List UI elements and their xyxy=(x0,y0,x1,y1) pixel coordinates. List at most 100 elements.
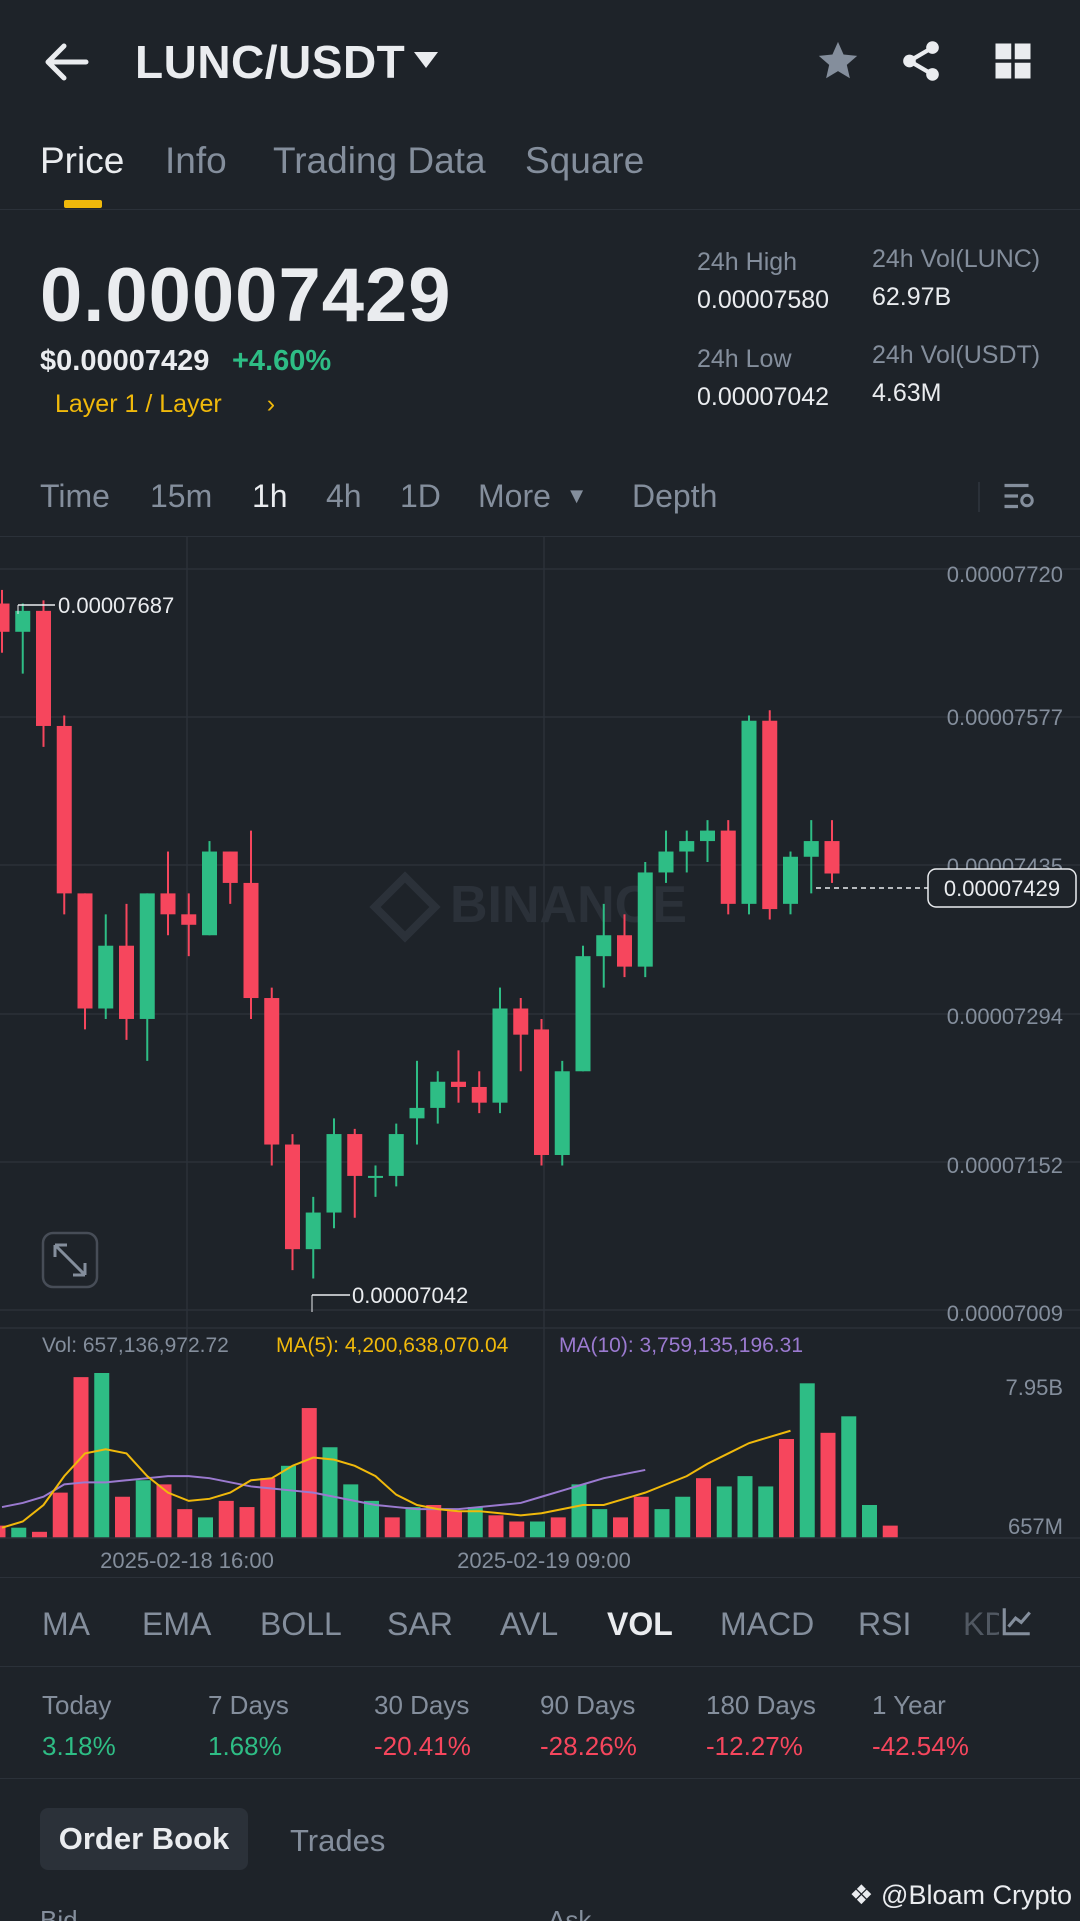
category-link[interactable]: Layer 1 / Layer › xyxy=(55,390,275,419)
candle-body xyxy=(430,1081,446,1108)
category-label: Layer 1 / Layer xyxy=(55,390,222,418)
vol-base-value: 62.97B xyxy=(872,283,952,311)
ind-ema[interactable]: EMA xyxy=(142,1606,211,1643)
tab-trades[interactable]: Trades xyxy=(290,1823,385,1859)
candlestick-chart[interactable]: BINANCE0.000077200.000075770.000074350.0… xyxy=(0,537,1080,1577)
caret-down-icon[interactable] xyxy=(412,50,440,70)
volume-bar xyxy=(447,1511,462,1538)
volume-bar xyxy=(509,1521,525,1538)
divider xyxy=(0,1577,1080,1578)
candle-body xyxy=(700,830,715,842)
active-tab-indicator xyxy=(64,200,102,208)
volume-bar xyxy=(218,1500,234,1538)
candle-body xyxy=(617,935,632,967)
grid-icon[interactable] xyxy=(992,40,1034,82)
perf-value-90d: -28.26% xyxy=(540,1731,637,1761)
volume-bar xyxy=(94,1373,110,1538)
candle-body xyxy=(98,945,114,1009)
perf-value-1y: -42.54% xyxy=(872,1731,969,1761)
indicator-chart-icon[interactable] xyxy=(1000,1604,1034,1638)
divider xyxy=(978,482,980,512)
perf-label-1y: 1 Year xyxy=(872,1690,946,1720)
ind-sar[interactable]: SAR xyxy=(387,1606,453,1643)
tf-1d[interactable]: 1D xyxy=(400,478,441,515)
tf-1h[interactable]: 1h xyxy=(252,478,288,515)
candle-body xyxy=(243,882,259,999)
tf-15m[interactable]: 15m xyxy=(150,478,212,515)
volume-bar xyxy=(613,1517,628,1538)
chart-settings-icon[interactable] xyxy=(1000,478,1036,514)
price-change: +4.60% xyxy=(232,345,332,377)
candle-body xyxy=(679,841,695,852)
tab-square[interactable]: Square xyxy=(525,140,644,182)
usd-price: $0.00007429 xyxy=(40,345,210,377)
volume-bar xyxy=(301,1408,317,1538)
binance-logo-icon: ❖ xyxy=(849,1880,874,1910)
tf-depth[interactable]: Depth xyxy=(632,478,717,515)
candle-body xyxy=(783,856,798,904)
perf-value-today: 3.18% xyxy=(42,1731,116,1761)
y-axis-label: 0.00007294 xyxy=(947,1004,1063,1029)
tf-4h[interactable]: 4h xyxy=(326,478,362,515)
candle-body xyxy=(305,1212,321,1250)
candle-body xyxy=(409,1107,425,1119)
volume-bar xyxy=(820,1432,836,1538)
perf-value-180d: -12.27% xyxy=(706,1731,803,1761)
candle-body xyxy=(534,1029,549,1155)
candle-body xyxy=(575,956,591,1072)
candle-body xyxy=(139,893,155,1019)
vol-label: Vol: 657,136,972.72 xyxy=(42,1334,229,1357)
volume-bar xyxy=(135,1480,151,1538)
back-arrow-icon[interactable] xyxy=(42,42,90,82)
volume-bar xyxy=(758,1486,774,1538)
candle-body xyxy=(596,935,612,957)
ind-rsi[interactable]: RSI xyxy=(858,1606,911,1643)
ind-kd[interactable]: KD xyxy=(963,1606,999,1643)
perf-label-7d: 7 Days xyxy=(208,1690,289,1720)
candle-body xyxy=(160,893,176,915)
low-label: 24h Low xyxy=(697,345,792,373)
caret-down-icon: ▼ xyxy=(565,483,588,508)
y-axis-label: 0.00007152 xyxy=(947,1153,1063,1178)
candle-body xyxy=(181,914,197,925)
tab-info[interactable]: Info xyxy=(165,140,227,182)
candle-body xyxy=(222,851,238,883)
volume-bar xyxy=(32,1531,47,1538)
high-label: 24h High xyxy=(697,248,798,276)
volume-bar xyxy=(405,1507,421,1538)
vol-axis-label: 657M xyxy=(1008,1514,1063,1539)
volume-bar xyxy=(530,1521,545,1538)
tab-order-book[interactable]: Order Book xyxy=(40,1808,248,1870)
share-icon[interactable] xyxy=(898,38,944,84)
volume-bar xyxy=(592,1509,608,1538)
ind-avl[interactable]: AVL xyxy=(500,1606,558,1643)
ind-ma[interactable]: MA xyxy=(42,1606,90,1643)
tab-price[interactable]: Price xyxy=(40,140,124,182)
star-icon[interactable] xyxy=(815,38,861,84)
tf-more[interactable]: More ▼ xyxy=(478,478,588,515)
ind-vol[interactable]: VOL xyxy=(607,1606,673,1643)
volume-bar xyxy=(862,1505,877,1538)
volume-bar xyxy=(737,1476,753,1538)
volume-bar xyxy=(239,1507,255,1538)
volume-bar xyxy=(384,1517,400,1538)
candle-body xyxy=(77,893,93,1009)
credit-text: @Bloam Crypto xyxy=(881,1880,1072,1910)
volume-bar xyxy=(52,1492,68,1538)
x-axis-label: 2025-02-19 09:00 xyxy=(457,1548,631,1573)
volume-bar xyxy=(571,1484,587,1538)
ask-header: Ask xyxy=(548,1905,592,1921)
volume-bar xyxy=(633,1496,649,1538)
ind-boll[interactable]: BOLL xyxy=(260,1606,342,1643)
candle-body xyxy=(513,1008,529,1035)
candle-body xyxy=(56,725,72,894)
page-tabs: Price Info Trading Data Square xyxy=(0,130,1080,210)
ind-macd[interactable]: MACD xyxy=(720,1606,814,1643)
volume-bar xyxy=(799,1383,815,1538)
volume-bar xyxy=(198,1517,213,1538)
tab-trading-data[interactable]: Trading Data xyxy=(273,140,486,182)
candle-body xyxy=(347,1134,363,1176)
tf-time[interactable]: Time xyxy=(40,478,110,515)
candle-body xyxy=(803,841,819,857)
pair-title[interactable]: LUNC/USDT xyxy=(135,35,405,89)
